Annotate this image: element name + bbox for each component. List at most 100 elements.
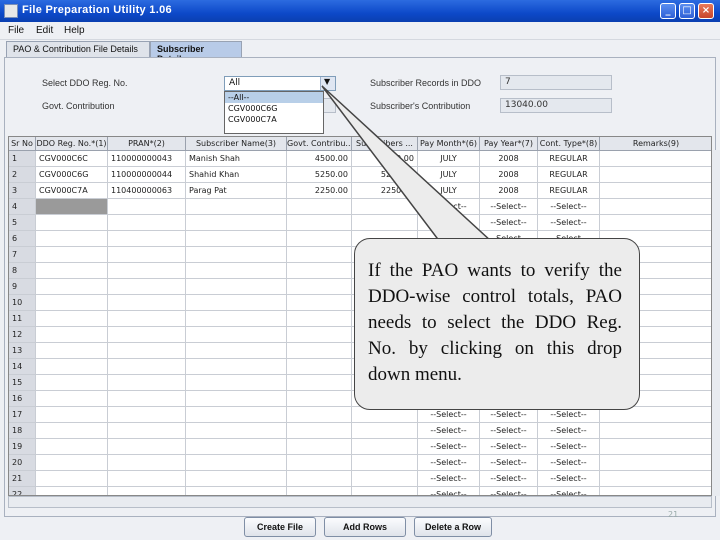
cell-govt-contribution[interactable] (287, 471, 352, 487)
cell-pay-month[interactable]: --Select-- (418, 215, 480, 231)
cell-govt-contribution[interactable] (287, 199, 352, 215)
cell-remarks[interactable] (600, 487, 711, 495)
cell-subscriber-name[interactable] (186, 327, 287, 343)
menu-edit[interactable]: Edit (36, 25, 53, 36)
column-header-sr-no[interactable]: Sr No (9, 137, 36, 151)
cell-pay-month[interactable]: JULY (418, 167, 480, 183)
cell-cont-type[interactable]: REGULAR (538, 183, 600, 199)
column-header-pran[interactable]: PRAN*(2) (108, 137, 186, 151)
cell-cont-type[interactable]: --Select-- (538, 423, 600, 439)
cell-pay-year[interactable]: --Select-- (480, 439, 538, 455)
dropdown-option[interactable]: CGV000C7A (225, 114, 323, 125)
cell-cont-type[interactable]: --Select-- (538, 215, 600, 231)
cell-remarks[interactable] (600, 199, 711, 215)
cell-ddo-reg-no[interactable] (36, 279, 108, 295)
create-file-button[interactable]: Create File (244, 517, 316, 537)
cell-pay-month[interactable]: JULY (418, 151, 480, 167)
cell-subscriber-contribution[interactable] (352, 439, 418, 455)
close-button[interactable]: × (698, 3, 714, 19)
cell-pran[interactable] (108, 407, 186, 423)
cell-remarks[interactable] (600, 215, 711, 231)
cell-govt-contribution[interactable] (287, 231, 352, 247)
cell-pran[interactable] (108, 199, 186, 215)
cell-ddo-reg-no[interactable] (36, 199, 108, 215)
cell-govt-contribution[interactable] (287, 487, 352, 495)
cell-subscriber-contribution[interactable] (352, 215, 418, 231)
column-header-pay-year[interactable]: Pay Year*(7) (480, 137, 538, 151)
cell-pay-year[interactable]: --Select-- (480, 455, 538, 471)
dropdown-option[interactable]: CGV000C6G (225, 103, 323, 114)
cell-govt-contribution[interactable] (287, 391, 352, 407)
cell-subscriber-name[interactable]: Parag Pat (186, 183, 287, 199)
cell-cont-type[interactable]: --Select-- (538, 199, 600, 215)
cell-subscriber-name[interactable] (186, 471, 287, 487)
cell-ddo-reg-no[interactable] (36, 247, 108, 263)
cell-remarks[interactable] (600, 439, 711, 455)
delete-row-button[interactable]: Delete a Row (414, 517, 492, 537)
cell-subscriber-name[interactable] (186, 391, 287, 407)
cell-govt-contribution[interactable] (287, 279, 352, 295)
cell-subscriber-name[interactable] (186, 423, 287, 439)
cell-pay-year[interactable]: --Select-- (480, 199, 538, 215)
cell-ddo-reg-no[interactable] (36, 295, 108, 311)
cell-pay-month[interactable]: --Select-- (418, 455, 480, 471)
cell-ddo-reg-no[interactable] (36, 343, 108, 359)
cell-govt-contribution[interactable] (287, 327, 352, 343)
cell-ddo-reg-no[interactable]: CGV000C7A (36, 183, 108, 199)
cell-subscriber-name[interactable] (186, 279, 287, 295)
cell-subscriber-name[interactable] (186, 231, 287, 247)
cell-pran[interactable]: 110000000044 (108, 167, 186, 183)
cell-subscriber-contribution[interactable]: 2250.00 (352, 183, 418, 199)
cell-pran[interactable] (108, 391, 186, 407)
cell-subscriber-contribution[interactable]: 5250.00 (352, 167, 418, 183)
column-header-subscriber-contribution[interactable]: Subscribers ... (352, 137, 418, 151)
cell-cont-type[interactable]: REGULAR (538, 167, 600, 183)
column-header-subscriber-name[interactable]: Subscriber Name(3) (186, 137, 287, 151)
cell-subscriber-contribution[interactable] (352, 487, 418, 495)
cell-subscriber-name[interactable] (186, 295, 287, 311)
cell-govt-contribution[interactable] (287, 407, 352, 423)
cell-subscriber-name[interactable] (186, 455, 287, 471)
cell-ddo-reg-no[interactable] (36, 263, 108, 279)
cell-remarks[interactable] (600, 183, 711, 199)
horizontal-scrollbar[interactable] (8, 496, 712, 508)
cell-pay-month[interactable]: JULY (418, 183, 480, 199)
cell-remarks[interactable] (600, 471, 711, 487)
cell-pay-year[interactable]: 2008 (480, 183, 538, 199)
cell-govt-contribution[interactable] (287, 343, 352, 359)
cell-govt-contribution[interactable]: 4500.00 (287, 151, 352, 167)
select-ddo-dropdown-button[interactable]: ▼ (320, 77, 335, 90)
cell-subscriber-name[interactable] (186, 343, 287, 359)
cell-subscriber-name[interactable] (186, 407, 287, 423)
add-rows-button[interactable]: Add Rows (324, 517, 406, 537)
cell-subscriber-name[interactable] (186, 311, 287, 327)
cell-ddo-reg-no[interactable] (36, 455, 108, 471)
column-header-cont-type[interactable]: Cont. Type*(8) (538, 137, 600, 151)
cell-pay-year[interactable]: --Select-- (480, 487, 538, 495)
cell-subscriber-name[interactable]: Manish Shah (186, 151, 287, 167)
menu-file[interactable]: File (8, 25, 24, 36)
column-header-govt-contribution[interactable]: Govt. Contribu... (287, 137, 352, 151)
cell-pran[interactable] (108, 295, 186, 311)
cell-ddo-reg-no[interactable] (36, 215, 108, 231)
cell-subscriber-name[interactable] (186, 247, 287, 263)
cell-govt-contribution[interactable] (287, 295, 352, 311)
cell-pay-month[interactable]: --Select-- (418, 439, 480, 455)
cell-govt-contribution[interactable]: 2250.00 (287, 183, 352, 199)
cell-govt-contribution[interactable] (287, 247, 352, 263)
cell-pran[interactable] (108, 231, 186, 247)
cell-ddo-reg-no[interactable] (36, 327, 108, 343)
cell-pran[interactable] (108, 439, 186, 455)
cell-cont-type[interactable]: --Select-- (538, 471, 600, 487)
cell-ddo-reg-no[interactable] (36, 375, 108, 391)
cell-cont-type[interactable]: --Select-- (538, 487, 600, 495)
maximize-button[interactable]: □ (679, 3, 695, 19)
cell-govt-contribution[interactable] (287, 311, 352, 327)
dropdown-option[interactable]: --All-- (225, 92, 323, 103)
cell-pran[interactable] (108, 263, 186, 279)
cell-govt-contribution[interactable] (287, 423, 352, 439)
cell-ddo-reg-no[interactable] (36, 439, 108, 455)
cell-subscriber-name[interactable] (186, 263, 287, 279)
cell-pran[interactable] (108, 375, 186, 391)
cell-govt-contribution[interactable] (287, 439, 352, 455)
